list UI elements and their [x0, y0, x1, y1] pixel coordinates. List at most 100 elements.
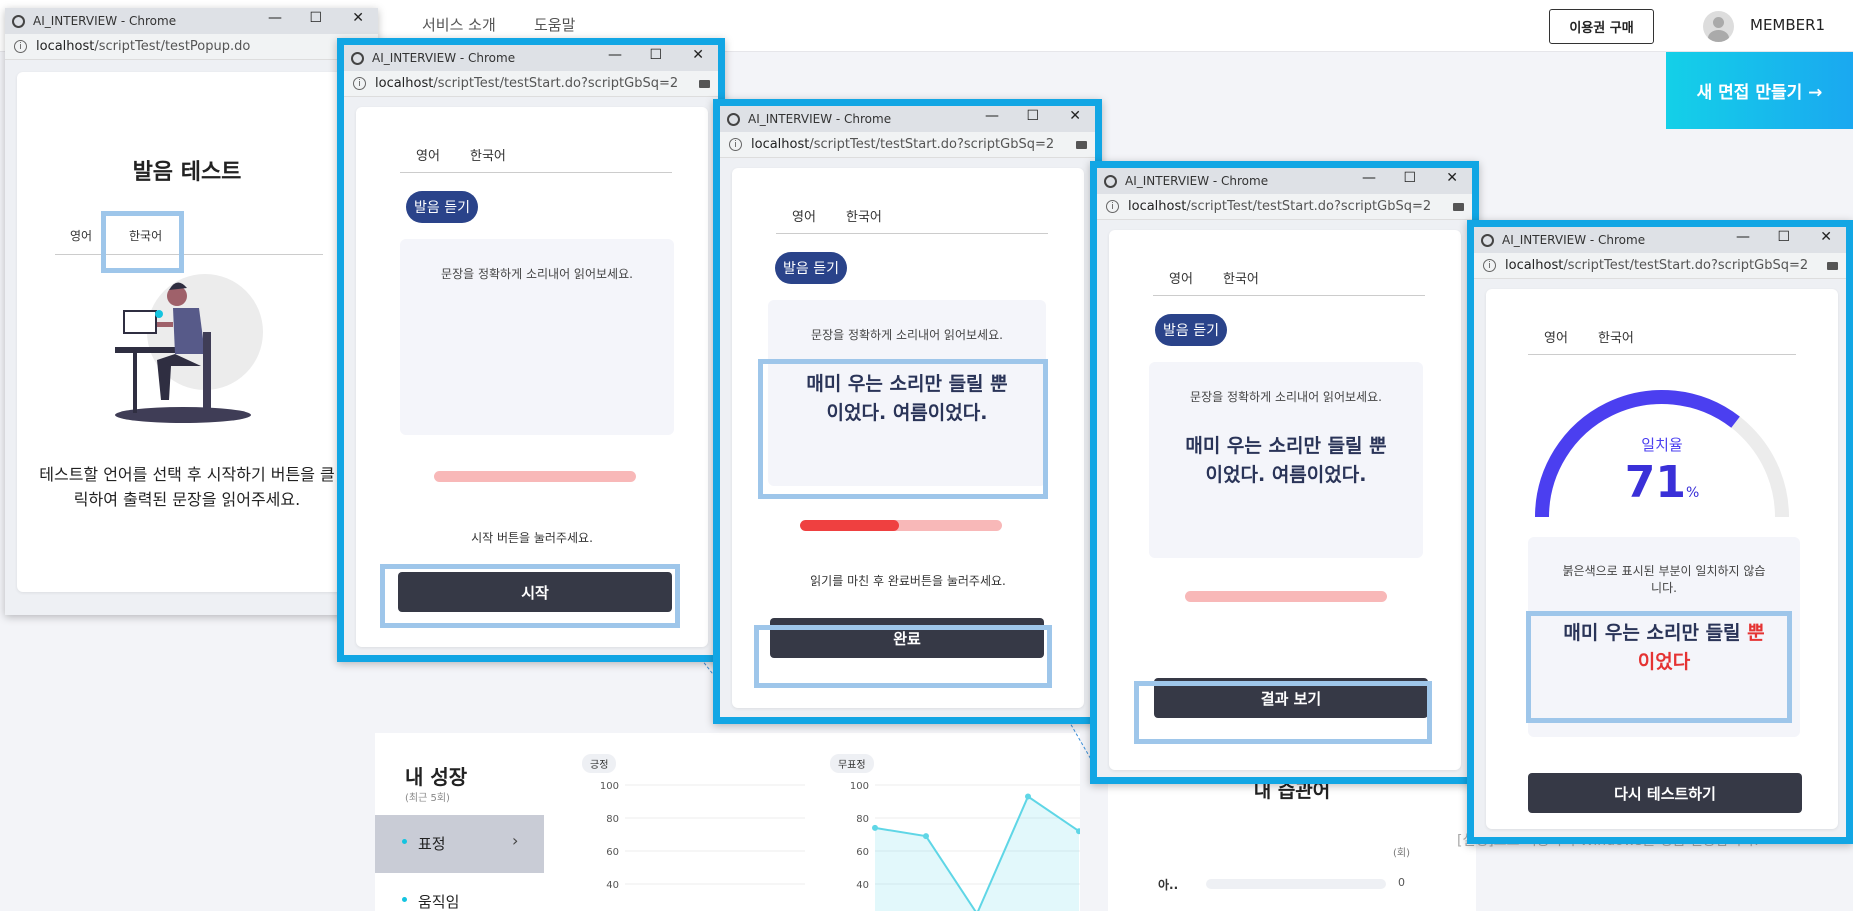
highlight-complete-button: [754, 625, 1052, 688]
habit-card: 내 습관어 (회) 아.. 0: [1108, 762, 1476, 911]
language-tabs: 영어 한국어: [776, 206, 1048, 234]
chart-tag-positive: 긍정: [582, 754, 617, 773]
language-tabs: 영어 한국어: [1528, 327, 1796, 355]
developer-illustration: [115, 274, 263, 423]
url-path: /scriptTest/testStart.do?scriptGbSq=2: [433, 76, 679, 91]
close-icon[interactable]: ✕: [692, 47, 704, 63]
y-tick-label: 40: [606, 880, 619, 891]
growth-item-movement[interactable]: 움직임: [375, 873, 544, 911]
progress-bar: [434, 471, 636, 482]
info-icon[interactable]: i: [1106, 200, 1119, 213]
globe-icon: [1481, 233, 1494, 247]
nav-help[interactable]: 도움말: [534, 14, 575, 35]
maximize-icon[interactable]: ☐: [649, 47, 662, 63]
window-titlebar: AI_INTERVIEW - Chrome — ☐ ✕: [1097, 168, 1472, 194]
y-tick-label: 60: [606, 847, 619, 858]
highlight-result-button: [1134, 681, 1432, 744]
tab-english[interactable]: 영어: [792, 206, 816, 225]
growth-sidebar: 내 성장 (최근 5회) 표정 › 움직임: [375, 733, 544, 911]
user-avatar[interactable]: [1703, 11, 1734, 42]
window-titlebar: AI_INTERVIEW - Chrome — ☐ ✕: [344, 45, 718, 71]
url-host: localhost: [36, 39, 95, 54]
match-score: 71%: [1486, 457, 1838, 508]
retry-button[interactable]: 다시 테스트하기: [1528, 773, 1802, 813]
nav-about[interactable]: 서비스 소개: [422, 14, 496, 35]
buy-ticket-button[interactable]: 이용권 구매: [1549, 9, 1654, 44]
highlight-result-sentence: [1526, 611, 1792, 723]
minimize-icon[interactable]: —: [608, 47, 622, 63]
info-icon[interactable]: i: [1483, 259, 1496, 272]
growth-charts: 100 80 60 40 100 80 60 40: [600, 781, 1080, 911]
window-titlebar: AI_INTERVIEW - Chrome — ☐ ✕: [1474, 227, 1846, 253]
tab-korean[interactable]: 한국어: [470, 145, 506, 164]
maximize-icon[interactable]: ☐: [1777, 229, 1790, 245]
result-card: 영어 한국어 일치율 71% 붉은색으로 표시된 부분이 일치하지 않습니다. …: [1486, 289, 1838, 829]
tab-korean[interactable]: 한국어: [1223, 268, 1259, 287]
hint-text: 시작 버튼을 눌러주세요.: [471, 531, 593, 545]
y-tick-label: 100: [600, 781, 619, 792]
chevron-right-icon: ›: [512, 831, 519, 850]
tab-korean[interactable]: 한국어: [846, 206, 882, 225]
sentence-box: 문장을 정확하게 소리내어 읽어보세요.: [400, 239, 674, 435]
habit-unit: (회): [1393, 848, 1411, 859]
data-point: [923, 833, 929, 840]
y-tick-label: 100: [850, 781, 869, 792]
username[interactable]: MEMBER1: [1750, 16, 1825, 34]
url-path: /scriptTest/testPopup.do: [94, 39, 251, 54]
listen-button[interactable]: 발음 듣기: [775, 252, 847, 284]
minimize-icon[interactable]: —: [1362, 170, 1376, 186]
listen-button[interactable]: 발음 듣기: [1155, 314, 1227, 346]
window-body: 영어 한국어 일치율 71% 붉은색으로 표시된 부분이 일치하지 않습니다. …: [1474, 279, 1846, 837]
url-path: /scriptTest/testStart.do?scriptGbSq=2: [809, 137, 1055, 152]
minimize-icon[interactable]: —: [1736, 229, 1750, 245]
minimize-icon[interactable]: —: [985, 108, 999, 124]
window-title: AI_INTERVIEW - Chrome: [1125, 174, 1269, 188]
address-bar[interactable]: i localhost/scriptTest/testStart.do?scri…: [1097, 194, 1472, 220]
minimize-icon[interactable]: —: [268, 10, 282, 26]
window-titlebar: AI_INTERVIEW - Chrome — ☐ ✕: [5, 8, 378, 34]
globe-icon: [351, 51, 364, 65]
address-bar[interactable]: i localhost/scriptTest/testPopup.do: [5, 34, 378, 60]
window-title: AI_INTERVIEW - Chrome: [33, 14, 177, 28]
tab-english[interactable]: 영어: [1544, 327, 1568, 346]
url-path: /scriptTest/testStart.do?scriptGbSq=2: [1563, 258, 1809, 273]
maximize-icon[interactable]: ☐: [309, 10, 322, 26]
growth-card: 내 성장 (최근 5회) 표정 › 움직임 긍정 무표정 100 80 60 40 1…: [375, 733, 1080, 911]
info-icon[interactable]: i: [14, 40, 27, 53]
address-bar[interactable]: i localhost/scriptTest/testStart.do?scri…: [720, 132, 1095, 158]
tab-english[interactable]: 영어: [416, 145, 440, 164]
new-interview-button[interactable]: 새 면접 만들기 →: [1666, 52, 1853, 129]
camera-icon: [1076, 141, 1087, 149]
language-tabs: 영어 한국어: [400, 145, 672, 173]
maximize-icon[interactable]: ☐: [1026, 108, 1039, 124]
chart-tag-neutral: 무표정: [830, 754, 874, 773]
match-label: 일치율: [1641, 436, 1683, 454]
tab-korean[interactable]: 한국어: [1598, 327, 1634, 346]
sentence-box: 문장을 정확하게 소리내어 읽어보세요. 매미 우는 소리만 들릴 뿐 이었다.…: [1149, 362, 1423, 558]
growth-item-expression[interactable]: 표정 ›: [375, 815, 544, 873]
guide-text: 문장을 정확하게 소리내어 읽어보세요.: [1190, 390, 1382, 404]
window-titlebar: AI_INTERVIEW - Chrome — ☐ ✕: [720, 106, 1095, 132]
match-score-unit: %: [1685, 485, 1700, 501]
tab-english[interactable]: 영어: [70, 227, 92, 244]
close-icon[interactable]: ✕: [352, 10, 364, 26]
info-icon[interactable]: i: [353, 77, 366, 90]
highlight-start-button: [380, 564, 680, 628]
close-icon[interactable]: ✕: [1446, 170, 1458, 186]
url-host: localhost: [375, 76, 434, 91]
close-icon[interactable]: ✕: [1069, 108, 1081, 124]
bullet-icon: [402, 897, 407, 902]
match-score-value: 71: [1624, 457, 1686, 508]
series-area: [875, 796, 1079, 911]
address-bar[interactable]: i localhost/scriptTest/testStart.do?scri…: [344, 71, 718, 97]
y-tick-label: 80: [606, 814, 619, 825]
tab-english[interactable]: 영어: [1169, 268, 1193, 287]
info-icon[interactable]: i: [729, 138, 742, 151]
listen-button[interactable]: 발음 듣기: [406, 191, 478, 223]
data-point: [872, 824, 878, 831]
maximize-icon[interactable]: ☐: [1403, 170, 1416, 186]
address-bar[interactable]: i localhost/scriptTest/testStart.do?scri…: [1474, 253, 1846, 279]
close-icon[interactable]: ✕: [1820, 229, 1832, 245]
language-tabs: 영어 한국어: [1153, 268, 1425, 296]
growth-item-label: 움직임: [418, 893, 460, 911]
